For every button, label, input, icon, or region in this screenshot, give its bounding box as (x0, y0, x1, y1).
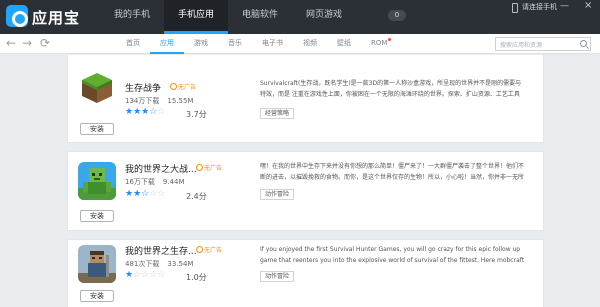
app-window: 应用宝 我的手机 手机应用 电脑软件 网页游戏 0 请连接手机 — × ← → … (0, 0, 600, 307)
top-bar: 应用宝 我的手机 手机应用 电脑软件 网页游戏 0 请连接手机 — × (0, 0, 600, 34)
no-ads-badge: 无广告 (170, 82, 196, 91)
rating-score: 3.7分 (186, 110, 207, 119)
app-description: 嘿！在我的世界中生存下来并没有你想的那么简单！僵尸来了！一大群僵尸袭击了整个世界… (260, 161, 538, 183)
rating-stars: ★☆☆☆☆ (125, 270, 166, 280)
app-description: If you enjoyed the first Survival Hunter… (260, 244, 538, 266)
tab-rom[interactable]: ROM (361, 34, 401, 54)
category-tabs: 首页 应用 游戏 音乐 电子书 视频 壁纸 ROM (116, 34, 401, 54)
search-placeholder: 搜索应用和资源 (500, 42, 543, 49)
category-tag[interactable]: 动作冒险 (260, 271, 295, 282)
rating-stars: ★★☆☆☆ (125, 189, 166, 199)
download-count: 481次下载 (125, 260, 160, 268)
close-icon[interactable]: × (584, 0, 592, 11)
minimize-icon[interactable]: — (560, 1, 569, 11)
phone-icon (512, 3, 518, 13)
download-count: 134万下载 (125, 97, 160, 105)
app-size: 9.44M (162, 178, 185, 186)
new-dot (388, 38, 392, 41)
download-count-badge[interactable]: 0 (388, 10, 406, 21)
install-button[interactable]: 安装 (80, 210, 114, 222)
app-icon-survivalcraft[interactable] (78, 69, 116, 107)
topnav-mobile-apps[interactable]: 手机应用 (164, 0, 229, 34)
install-button[interactable]: 安装 (80, 290, 114, 302)
tab-wallpapers[interactable]: 壁纸 (327, 34, 361, 54)
app-size: 15.55M (167, 97, 194, 105)
app-list: 安装 生存战争 无广告 134万下载 15.55M ★★★☆☆ 3.7分 Surv… (0, 55, 600, 307)
logo-icon (6, 5, 28, 27)
tab-rom-label: ROM (371, 39, 388, 47)
list-item[interactable]: 安装 我的世界之大战... 无广告 16万下载 9.44M ★★☆☆☆ 2.4分 … (67, 151, 544, 231)
search-input[interactable]: 搜索应用和资源 (495, 37, 591, 51)
desc-line-2: 断的进击，以摧毁挽救的食物。而你，是这个世界仅存的生物！所以，小心啦！当然，你并… (260, 174, 525, 181)
brand-title: 应用宝 (32, 9, 81, 27)
rating-stars: ★★★☆☆ (125, 107, 166, 117)
desc-line-2: game that reenters you into the explosiv… (260, 257, 525, 264)
desc-line-2: 特效，而是 注重在游戏性上面，你被困在一个无限的海滩环绕的世界。探索、扩山资源、… (260, 91, 520, 98)
app-meta: 481次下载 33.54M (125, 259, 201, 269)
category-tag[interactable]: 动作冒险 (260, 189, 295, 200)
desc-line-1: Survivalcraft(生存战，既名学生)是一款3D的第一人称沙盒游戏，所呈… (260, 80, 522, 87)
app-size: 33.54M (167, 260, 194, 268)
no-ads-badge: 无广告 (196, 245, 222, 254)
app-name[interactable]: 我的世界之生存... (125, 244, 197, 257)
top-nav: 我的手机 手机应用 电脑软件 网页游戏 (100, 0, 356, 34)
category-tag[interactable]: 经营策略 (260, 108, 295, 119)
connect-phone-link[interactable]: 请连接手机 (522, 2, 557, 12)
sub-nav-bar: ← → ⟳ 首页 应用 游戏 音乐 电子书 视频 壁纸 ROM 搜索应用和资源 (0, 34, 600, 54)
no-ads-badge: 无广告 (196, 163, 222, 172)
tab-ebooks[interactable]: 电子书 (252, 34, 293, 54)
list-item[interactable]: 安装 我的世界之生存... 无广告 481次下载 33.54M ★☆☆☆☆ 1.0… (67, 239, 544, 307)
app-meta: 134万下载 15.55M (125, 96, 201, 106)
tab-videos[interactable]: 视频 (293, 34, 327, 54)
app-name[interactable]: 生存战争 (125, 81, 161, 94)
tab-home[interactable]: 首页 (116, 34, 150, 54)
topnav-my-phone[interactable]: 我的手机 (100, 0, 164, 34)
search-icon[interactable] (580, 40, 587, 47)
tab-games[interactable]: 游戏 (184, 34, 218, 54)
tab-music[interactable]: 音乐 (218, 34, 252, 54)
install-button[interactable]: 安装 (80, 123, 114, 135)
app-icon-minecraft-war[interactable] (78, 162, 116, 200)
list-item[interactable]: 安装 生存战争 无广告 134万下载 15.55M ★★★☆☆ 3.7分 Surv… (67, 55, 544, 143)
rating-score: 2.4分 (186, 192, 207, 201)
forward-icon[interactable]: → (22, 36, 32, 50)
tab-apps[interactable]: 应用 (150, 34, 184, 54)
back-icon[interactable]: ← (6, 36, 16, 50)
app-icon-minecraft-survival[interactable] (78, 245, 116, 283)
app-meta: 16万下载 9.44M (125, 177, 193, 187)
topnav-pc-software[interactable]: 电脑软件 (228, 0, 292, 34)
desc-line-1: If you enjoyed the first Survival Hunter… (260, 246, 521, 253)
download-count: 16万下载 (125, 178, 155, 186)
topnav-web-games[interactable]: 网页游戏 (292, 0, 356, 34)
refresh-icon[interactable]: ⟳ (40, 36, 50, 50)
app-name[interactable]: 我的世界之大战... (125, 162, 197, 175)
app-description: Survivalcraft(生存战，既名学生)是一款3D的第一人称沙盒游戏，所呈… (260, 78, 538, 100)
rating-score: 1.0分 (186, 273, 207, 282)
desc-line-1: 嘿！在我的世界中生存下来并没有你想的那么简单！僵尸来了！一大群僵尸袭击了整个世界… (260, 163, 525, 170)
